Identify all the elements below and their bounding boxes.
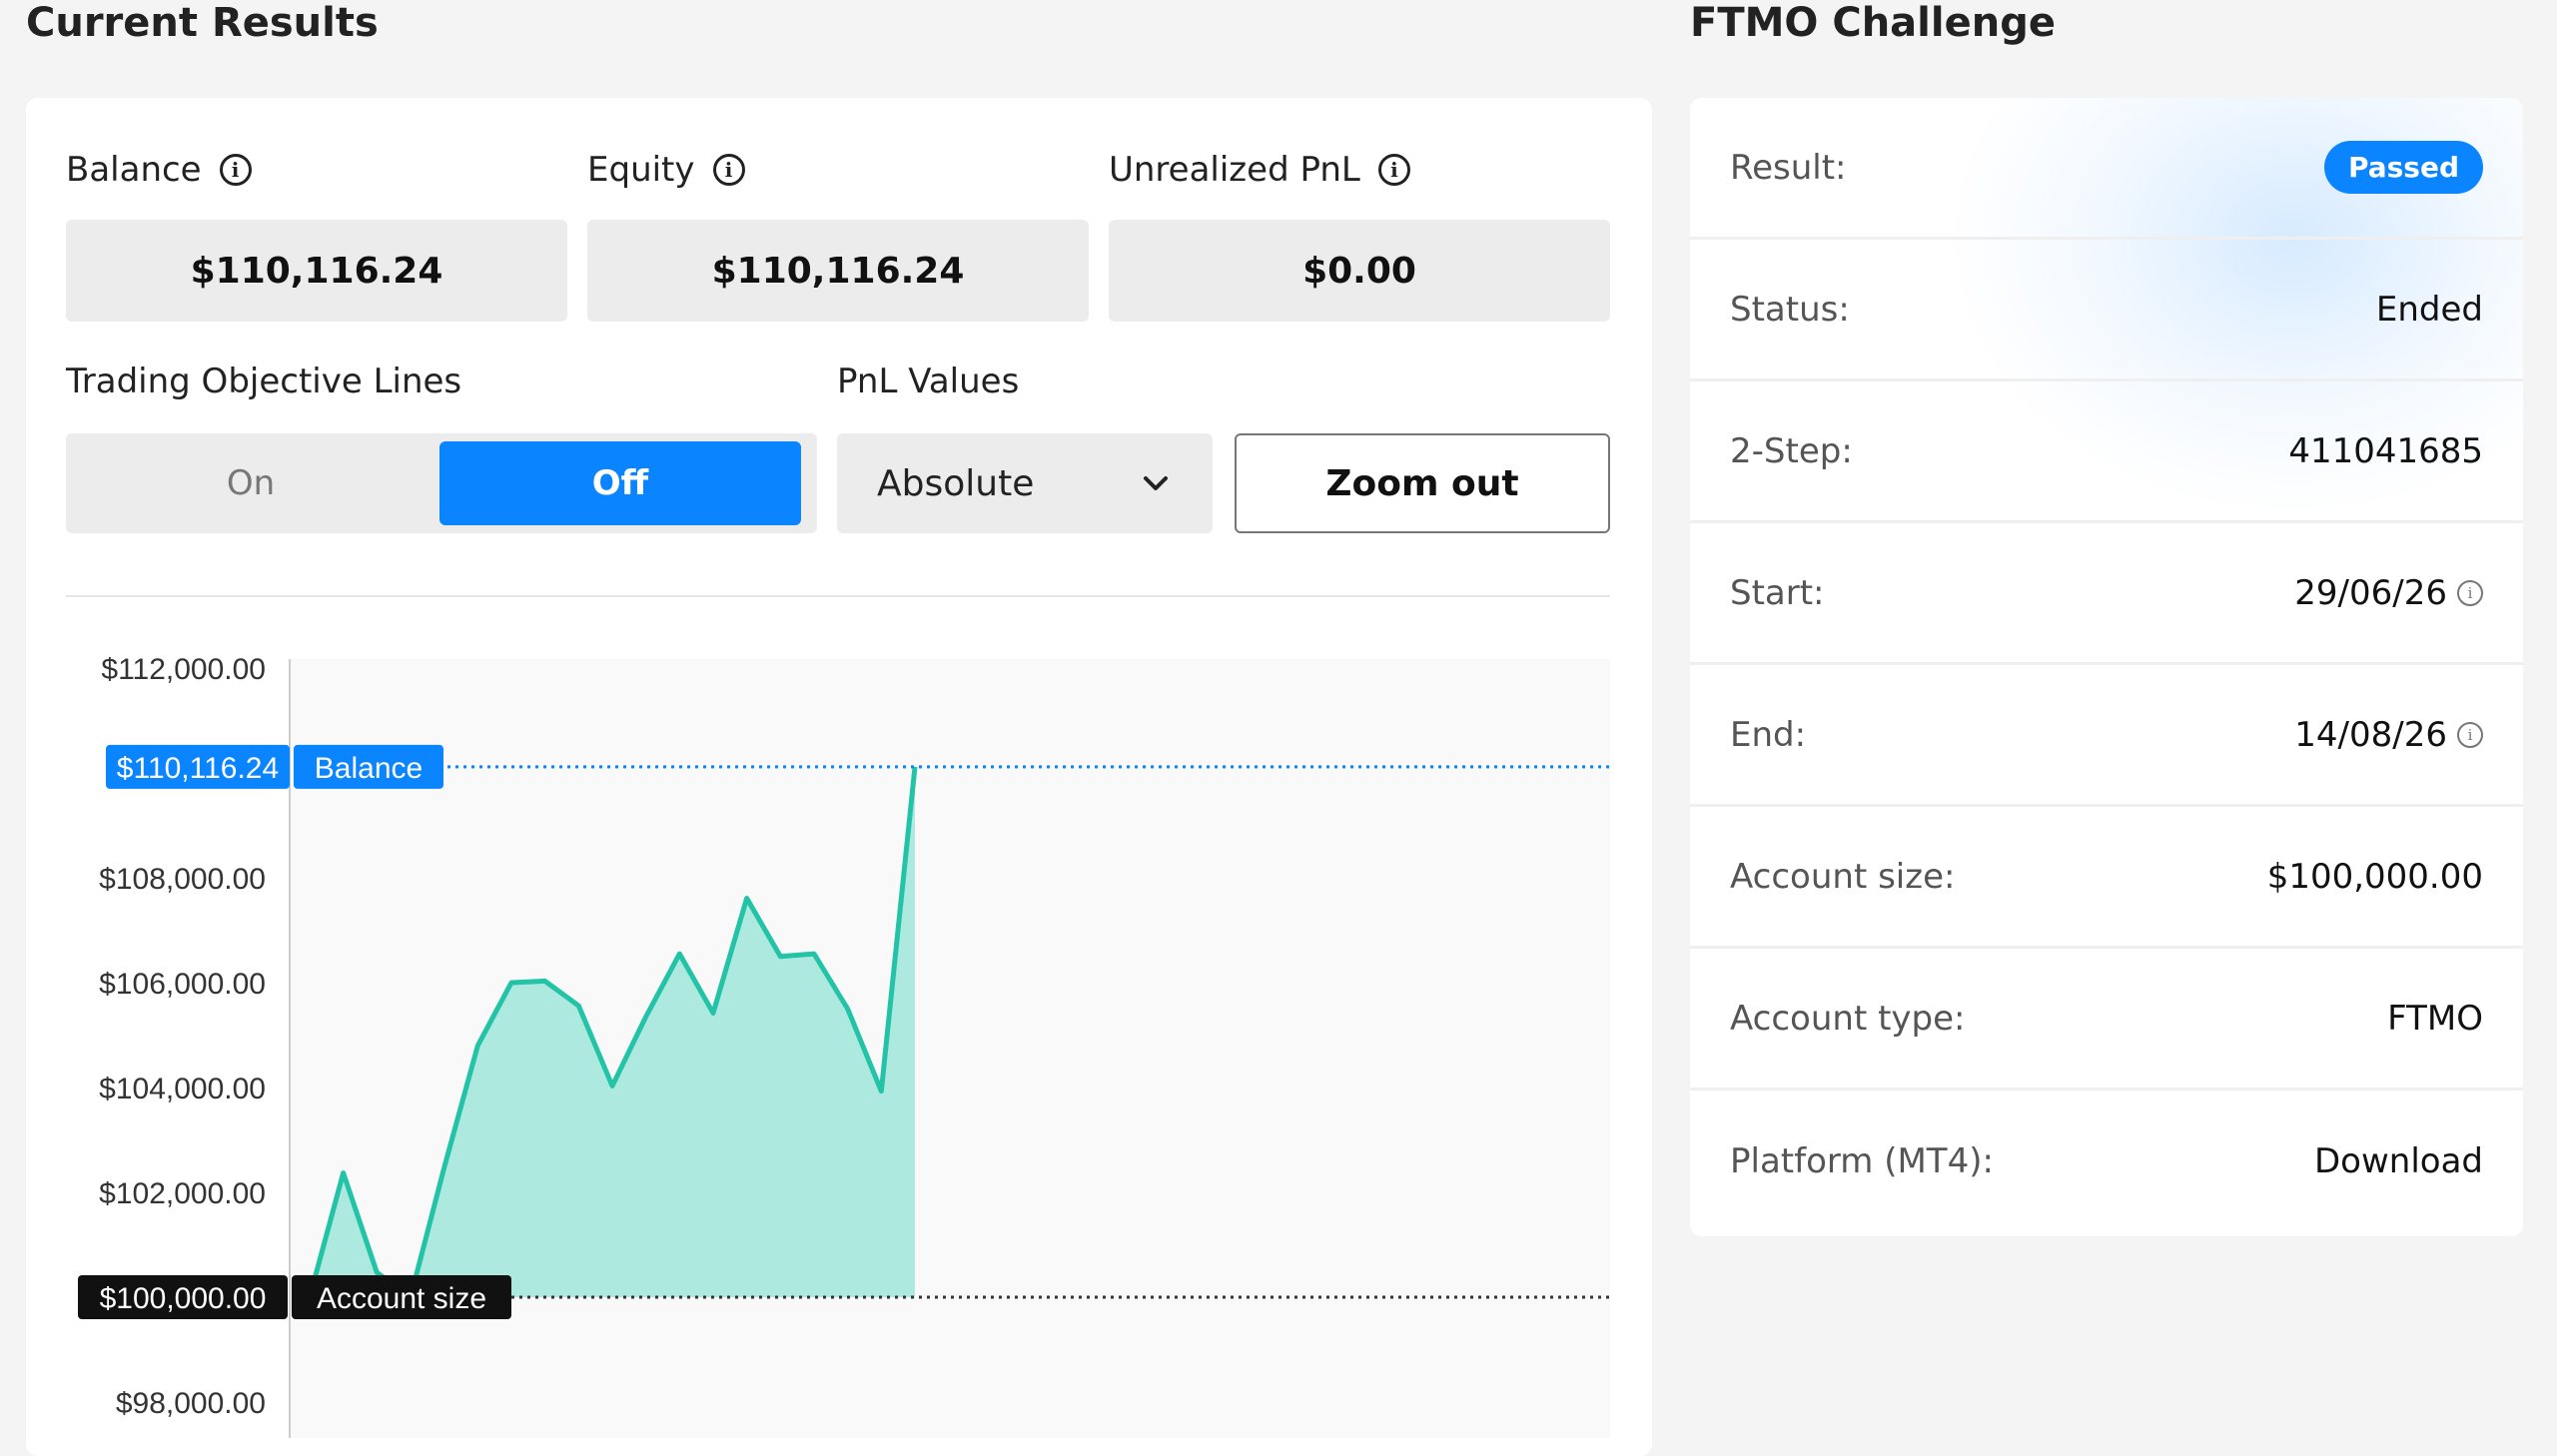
y-tick-label: $102,000.00 xyxy=(99,1177,266,1210)
two-step-row: 2-Step: 411041685 xyxy=(1690,381,2523,523)
start-value: 29/06/26 xyxy=(2294,572,2447,613)
y-tick-label: $98,000.00 xyxy=(116,1387,266,1420)
account-size-row: Account size: $100,000.00 xyxy=(1690,807,2523,949)
two-step-value: 411041685 xyxy=(2288,430,2483,471)
platform-row: Platform (MT4): Download xyxy=(1690,1091,2523,1232)
y-tick-label: $106,000.00 xyxy=(99,968,266,1001)
balance-value-tag: $110,116.24 xyxy=(117,752,279,785)
info-icon[interactable]: i xyxy=(2457,579,2483,606)
end-value-wrap: 14/08/26 i xyxy=(2294,715,2483,755)
start-label: Start: xyxy=(1730,572,1825,613)
y-tick-label: $104,000.00 xyxy=(99,1073,266,1105)
account-type-row: Account type: FTMO xyxy=(1690,949,2523,1091)
start-row: Start: 29/06/26 i xyxy=(1690,523,2523,665)
end-value: 14/08/26 xyxy=(2294,714,2447,755)
account-size-name-tag: Account size xyxy=(317,1282,486,1315)
account-size-value: $100,000.00 xyxy=(2266,856,2483,897)
y-tick-label: $112,000.00 xyxy=(101,653,266,686)
ftmo-challenge-card: Result: Passed Status: Ended 2-Step: 411… xyxy=(1690,98,2523,1236)
download-link[interactable]: Download xyxy=(2314,1141,2483,1181)
account-size-value-tag: $100,000.00 xyxy=(100,1282,267,1315)
balance-name-tag: Balance xyxy=(315,752,423,785)
account-type-value: FTMO xyxy=(2387,998,2483,1039)
end-row: End: 14/08/26 i xyxy=(1690,665,2523,807)
info-icon[interactable]: i xyxy=(2457,721,2483,748)
status-label: Status: xyxy=(1730,289,1850,330)
y-tick-label: $108,000.00 xyxy=(99,863,266,896)
status-value: Ended xyxy=(2375,289,2483,330)
status-badge: Passed xyxy=(2323,141,2483,194)
status-row: Status: Ended xyxy=(1690,240,2523,381)
platform-label: Platform (MT4): xyxy=(1730,1141,1994,1181)
account-type-label: Account type: xyxy=(1730,998,1966,1039)
start-value-wrap: 29/06/26 i xyxy=(2294,573,2483,613)
two-step-label: 2-Step: xyxy=(1730,430,1853,471)
balance-chart: $112,000.00 $108,000.00 $106,000.00 $104,00… xyxy=(78,653,1610,1438)
result-row: Result: Passed xyxy=(1690,98,2523,240)
end-label: End: xyxy=(1730,714,1807,755)
account-size-label: Account size: xyxy=(1730,856,1956,897)
ftmo-challenge-title: FTMO Challenge xyxy=(1690,0,2056,46)
result-label: Result: xyxy=(1730,147,1847,188)
